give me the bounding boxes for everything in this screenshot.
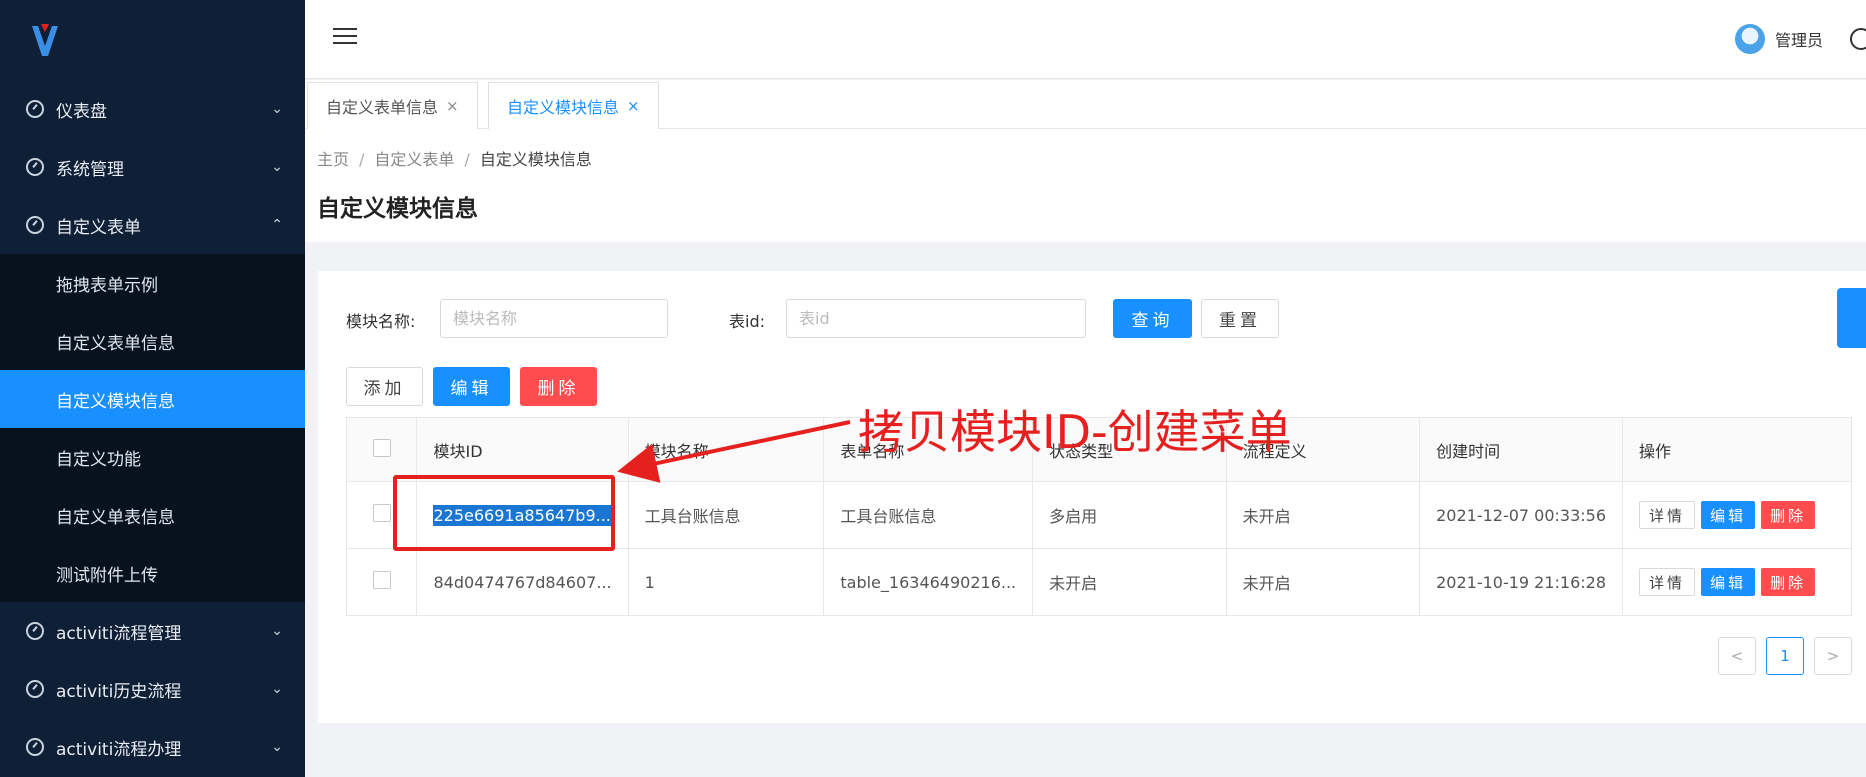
- annotation-text: 拷贝模块ID-创建菜单: [858, 405, 1292, 459]
- annotation-arrow: [617, 420, 851, 483]
